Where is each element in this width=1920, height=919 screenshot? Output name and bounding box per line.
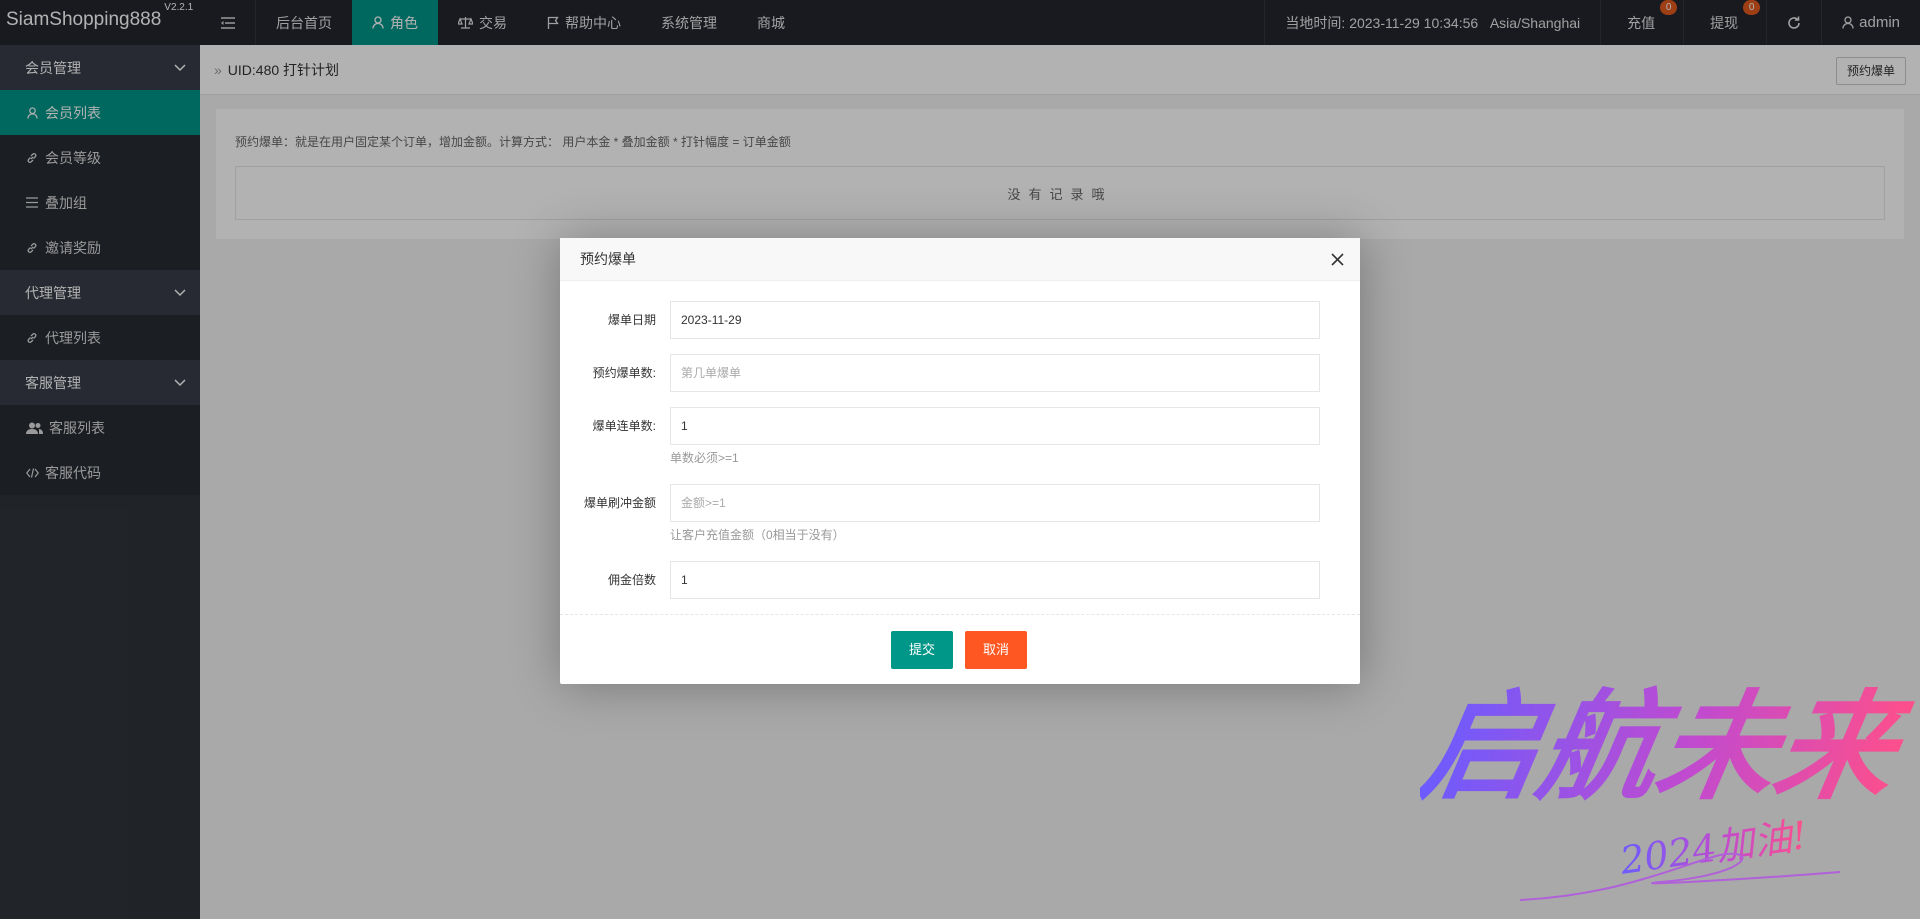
- commission-label: 佣金倍数: [607, 573, 656, 587]
- close-icon[interactable]: [1328, 250, 1346, 268]
- cancel-button[interactable]: 取消: [965, 631, 1028, 669]
- recharge-amount-input[interactable]: [670, 484, 1320, 522]
- watermark-subtitle: 2024加油!: [1617, 813, 1810, 883]
- order-date-input[interactable]: [670, 301, 1320, 339]
- submit-button[interactable]: 提交: [891, 631, 954, 669]
- chain-count-hint: 单数必须>=1: [670, 451, 739, 465]
- watermark-logo: 启航未来 2024加油!: [1420, 678, 1920, 901]
- chain-count-input[interactable]: [670, 407, 1320, 445]
- watermark-title: 启航未来: [1420, 678, 1920, 817]
- chain-count-label: 爆单连单数:: [592, 419, 656, 433]
- modal-title: 预约爆单: [560, 238, 1360, 281]
- commission-input[interactable]: [670, 561, 1320, 599]
- order-number-label: 预约爆单数:: [592, 366, 656, 380]
- reserve-order-modal: 预约爆单 爆单日期 预约爆单数: 爆单连单数: 单数必须>=1 爆单刷冲金额 让…: [560, 238, 1360, 684]
- recharge-amount-label: 爆单刷冲金额: [583, 496, 656, 510]
- order-number-input[interactable]: [670, 354, 1320, 392]
- modal-footer-divider: [560, 614, 1360, 615]
- order-date-label: 爆单日期: [607, 313, 656, 327]
- recharge-amount-hint: 让客户充值金额（0相当于没有）: [670, 528, 845, 542]
